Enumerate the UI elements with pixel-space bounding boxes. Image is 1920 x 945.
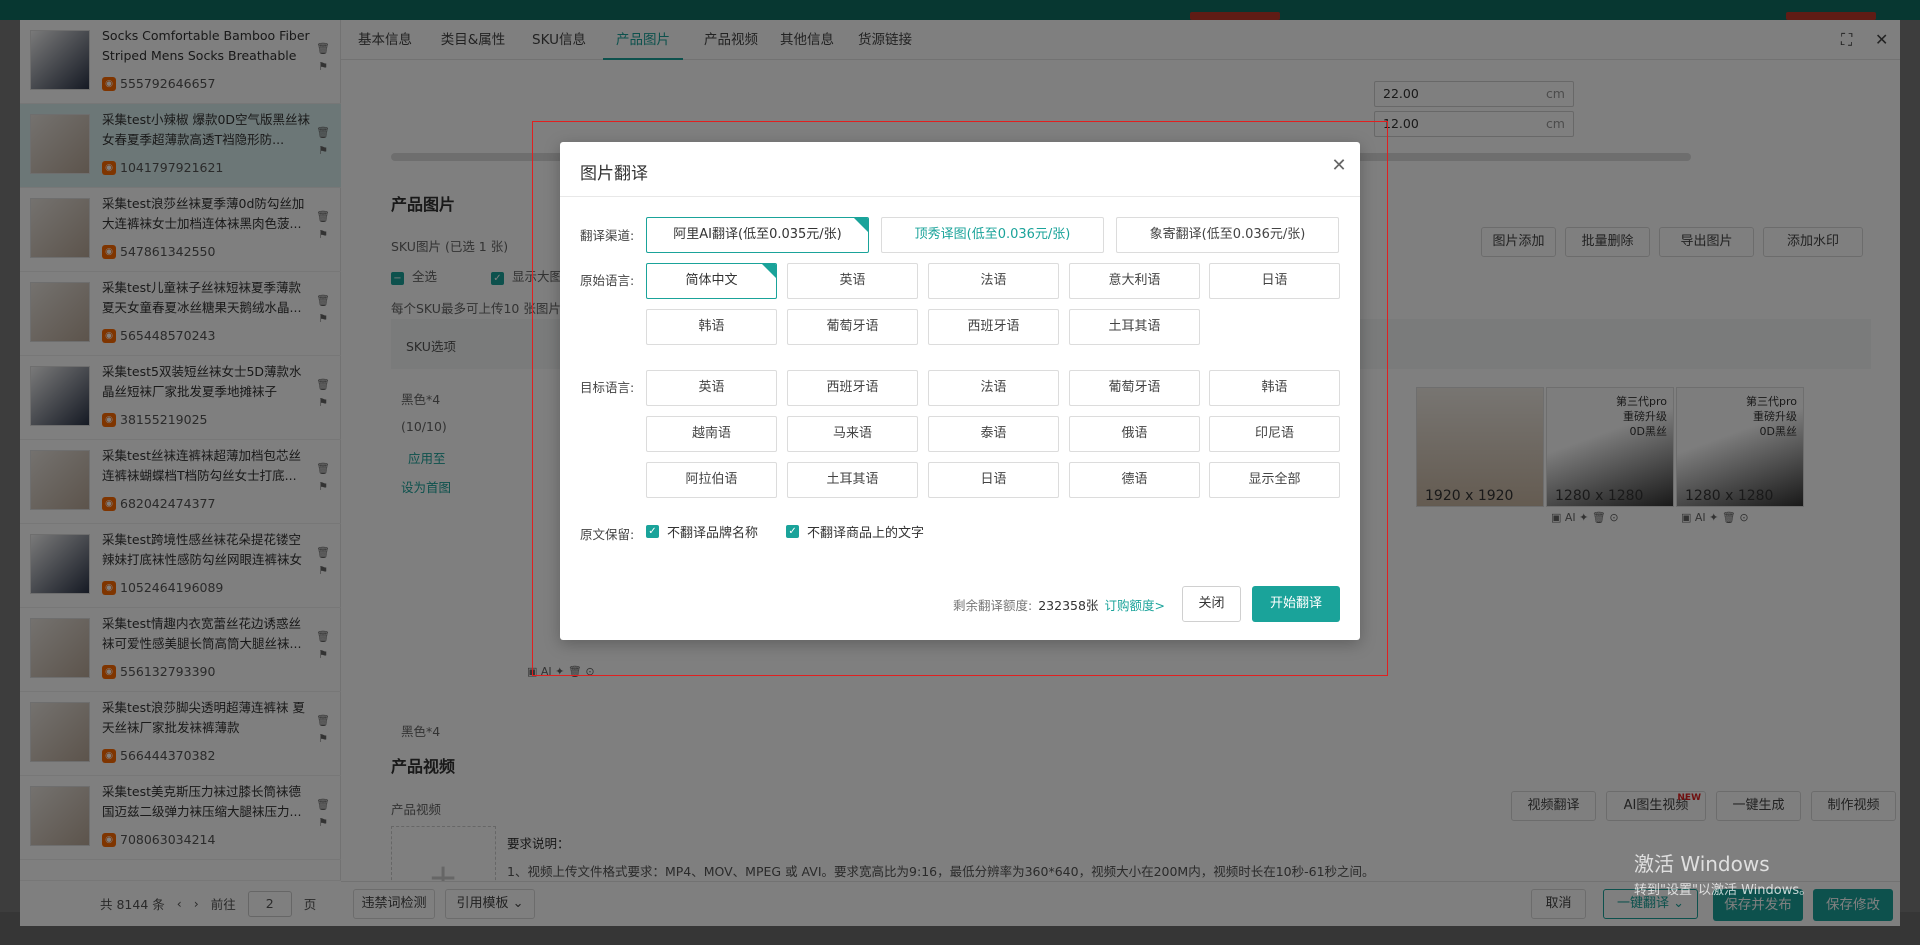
- target-lang-option[interactable]: 德语: [1069, 462, 1200, 498]
- target-lang-option[interactable]: 土耳其语: [787, 462, 918, 498]
- channel-option-ali[interactable]: 阿里AI翻译(低至0.035元/张): [646, 217, 869, 253]
- target-lang-option[interactable]: 印尼语: [1209, 416, 1340, 452]
- source-lang-option[interactable]: 意大利语: [1069, 263, 1200, 299]
- source-lang-option[interactable]: 日语: [1209, 263, 1340, 299]
- checkbox-checked-icon: ✓: [646, 525, 659, 538]
- target-lang-option[interactable]: 越南语: [646, 416, 777, 452]
- start-translate-button[interactable]: 开始翻译: [1252, 586, 1340, 622]
- target-lang-option[interactable]: 俄语: [1069, 416, 1200, 452]
- image-translate-dialog: 图片翻译 ✕ 翻译渠道: 阿里AI翻译(低至0.035元/张) 顶秀译图(低至0…: [560, 142, 1360, 640]
- source-lang-option[interactable]: 韩语: [646, 309, 777, 345]
- keep-original-label: 原文保留:: [580, 527, 635, 542]
- target-lang-option[interactable]: 西班牙语: [787, 370, 918, 406]
- source-lang-option[interactable]: 简体中文: [646, 263, 777, 299]
- target-lang-option[interactable]: 马来语: [787, 416, 918, 452]
- close-button[interactable]: 关闭: [1182, 586, 1241, 622]
- windows-activation-watermark: 激活 Windows 转到"设置"以激活 Windows。: [1634, 852, 1813, 898]
- target-lang-option[interactable]: 韩语: [1209, 370, 1340, 406]
- source-lang-option[interactable]: 葡萄牙语: [787, 309, 918, 345]
- dialog-title: 图片翻译: [580, 164, 648, 184]
- target-lang-option[interactable]: 泰语: [928, 416, 1059, 452]
- channel-option-xiangji[interactable]: 象寄翻译(低至0.036元/张): [1116, 217, 1339, 253]
- close-icon[interactable]: ✕: [1329, 156, 1349, 176]
- source-lang-option[interactable]: 土耳其语: [1069, 309, 1200, 345]
- channel-option-dingxiu[interactable]: 顶秀译图(低至0.036元/张): [881, 217, 1104, 253]
- quota-value: 232358张: [1038, 598, 1099, 613]
- channel-label: 翻译渠道:: [580, 228, 635, 243]
- keep-product-text-checkbox[interactable]: ✓ 不翻译商品上的文字: [786, 522, 924, 541]
- remaining-quota: 剩余翻译额度: 232358张 订购额度>: [953, 595, 1165, 614]
- target-lang-option[interactable]: 阿拉伯语: [646, 462, 777, 498]
- source-lang-option[interactable]: 英语: [787, 263, 918, 299]
- keep-brand-checkbox[interactable]: ✓ 不翻译品牌名称: [646, 522, 758, 541]
- target-lang-option[interactable]: 葡萄牙语: [1069, 370, 1200, 406]
- buy-quota-link[interactable]: 订购额度>: [1104, 595, 1164, 614]
- source-language-label: 原始语言:: [580, 273, 635, 288]
- keep-options: ✓ 不翻译品牌名称 ✓ 不翻译商品上的文字: [646, 522, 952, 541]
- target-lang-option[interactable]: 英语: [646, 370, 777, 406]
- target-lang-option[interactable]: 法语: [928, 370, 1059, 406]
- source-lang-option[interactable]: 西班牙语: [928, 309, 1059, 345]
- target-lang-option[interactable]: 日语: [928, 462, 1059, 498]
- source-lang-option[interactable]: 法语: [928, 263, 1059, 299]
- show-all-languages-button[interactable]: 显示全部: [1209, 462, 1340, 498]
- target-language-label: 目标语言:: [580, 380, 635, 395]
- checkbox-checked-icon: ✓: [786, 525, 800, 538]
- dialog-header: 图片翻译 ✕: [560, 142, 1360, 197]
